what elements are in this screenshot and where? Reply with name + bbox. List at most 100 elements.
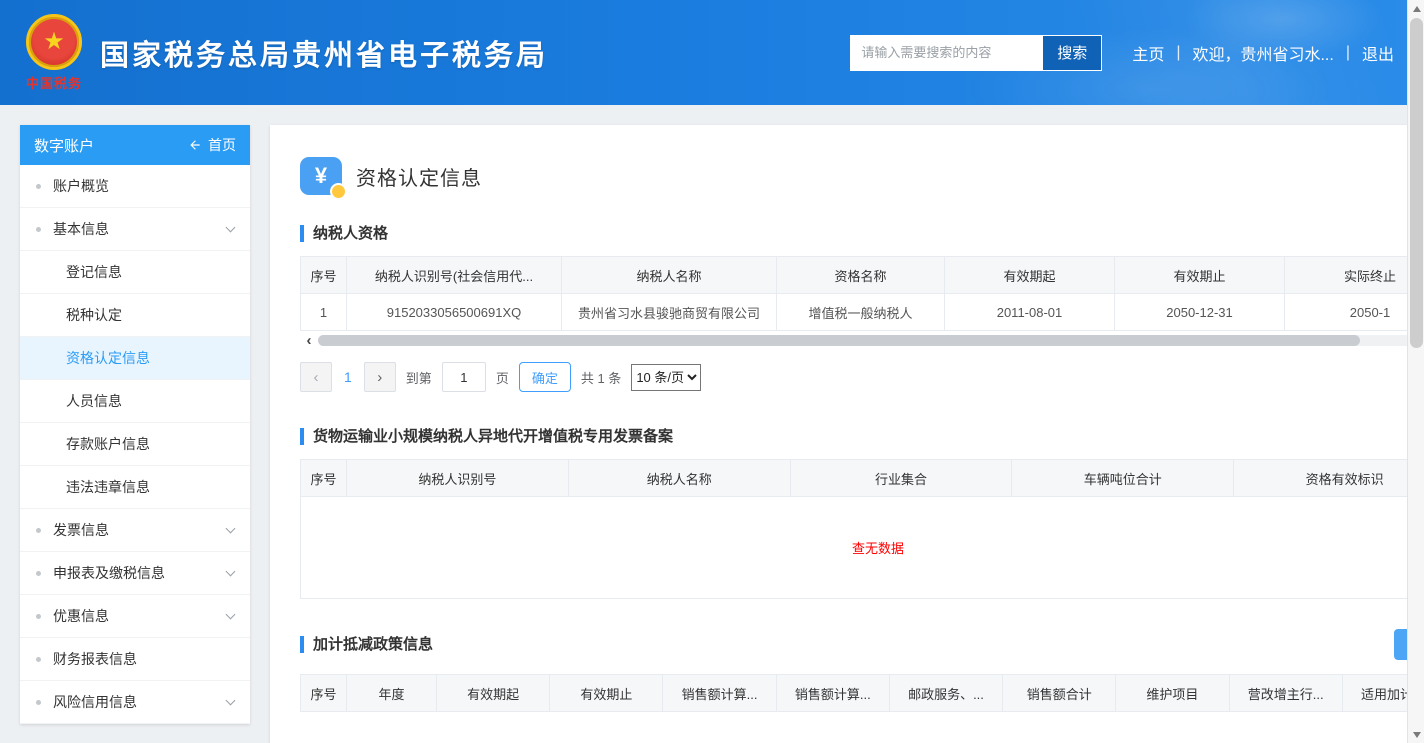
page-number-input[interactable]	[442, 362, 486, 392]
column-header: 纳税人名称	[562, 257, 777, 294]
search-box: 搜索	[850, 35, 1102, 71]
taxpayer-qualification-table: 序号 纳税人识别号(社会信用代... 纳税人名称 资格名称 有效期起 有效期止 …	[300, 256, 1424, 331]
nav-separator: |	[1176, 44, 1180, 62]
sidebar-item-risk-credit-info[interactable]: 风险信用信息	[20, 681, 250, 724]
column-header: 资格名称	[777, 257, 945, 294]
chevron-down-icon	[226, 523, 236, 533]
sidebar-item-violation-info[interactable]: 违法违章信息	[20, 466, 250, 509]
sidebar: 数字账户 首页 账户概览 基本信息 登记信息	[20, 125, 250, 724]
sidebar-title: 数字账户	[34, 135, 94, 156]
table-row[interactable]: 1 9152033056500691XQ 贵州省习水县骏驰商贸有限公司 增值税一…	[301, 294, 1424, 331]
table-header-row: 序号 纳税人识别号 纳税人名称 行业集合 车辆吨位合计 资格有效标识	[301, 460, 1424, 497]
scroll-left-icon[interactable]: ‹	[300, 334, 318, 348]
sidebar-item-financial-report-info[interactable]: 财务报表信息	[20, 638, 250, 681]
sidebar-home-link[interactable]: 首页	[188, 135, 236, 155]
cell-valid-from: 2011-08-01	[945, 294, 1115, 331]
emblem-icon: ★	[26, 14, 82, 70]
chevron-down-icon	[226, 609, 236, 619]
bullet-icon	[36, 184, 41, 189]
confirm-page-button[interactable]: 确定	[519, 362, 571, 392]
horizontal-scrollbar[interactable]: ‹ ›	[300, 333, 1424, 348]
chevron-down-icon	[226, 222, 236, 232]
section-title-freight-filing: 货物运输业小规模纳税人异地代开增值税专用发票备案	[300, 428, 1424, 445]
sidebar-item-declaration-tax-info[interactable]: 申报表及缴税信息	[20, 552, 250, 595]
next-page-button[interactable]: ›	[364, 362, 396, 392]
main-panel: ¥ 资格认定信息 纳税人资格 序号 纳税人识别号(社会信用代...	[270, 125, 1424, 743]
column-header: 纳税人识别号(社会信用代...	[347, 257, 562, 294]
chevron-down-icon	[226, 566, 236, 576]
sidebar-item-label: 存款账户信息	[66, 434, 150, 454]
scroll-down-icon[interactable]	[1408, 726, 1424, 743]
browser-viewport: ★ 中国税务 国家税务总局贵州省电子税务局 搜索 主页 | 欢迎，贵州省习水..…	[0, 0, 1424, 743]
sidebar-item-registration-info[interactable]: 登记信息	[20, 251, 250, 294]
sidebar-item-label: 财务报表信息	[53, 649, 137, 669]
page-size-select[interactable]: 10 条/页	[631, 364, 701, 391]
chevron-left-icon: ‹	[314, 369, 319, 386]
vscroll-thumb[interactable]	[1410, 18, 1423, 348]
sidebar-item-invoice-info[interactable]: 发票信息	[20, 509, 250, 552]
sidebar-item-label: 账户概览	[53, 176, 109, 196]
nav-logout-link[interactable]: 退出	[1362, 41, 1394, 65]
national-emblem-logo: ★ 中国税务	[26, 14, 82, 92]
total-count-label: 共 1 条	[581, 368, 621, 387]
magnifier-icon	[330, 183, 347, 200]
sidebar-item-label: 违法违章信息	[66, 477, 150, 497]
sidebar-item-label: 基本信息	[53, 219, 109, 239]
bullet-icon	[36, 571, 41, 576]
column-header: 有效期止	[550, 675, 663, 712]
sidebar-item-label: 税种认定	[66, 305, 122, 325]
scroll-up-icon[interactable]	[1408, 0, 1424, 17]
no-data-text: 查无数据	[852, 538, 904, 557]
sidebar-item-qualification-info[interactable]: 资格认定信息	[20, 337, 250, 380]
column-header: 纳税人名称	[568, 460, 790, 497]
search-input[interactable]	[851, 36, 1043, 70]
page-unit-label: 页	[496, 368, 509, 387]
column-header: 纳税人识别号	[347, 460, 569, 497]
page-title-row: ¥ 资格认定信息	[300, 157, 1424, 195]
sidebar-item-deposit-account-info[interactable]: 存款账户信息	[20, 423, 250, 466]
cell-index: 1	[301, 294, 347, 331]
sidebar-item-account-overview[interactable]: 账户概览	[20, 165, 250, 208]
sidebar-item-label: 发票信息	[53, 520, 109, 540]
column-header: 有效期止	[1115, 257, 1285, 294]
freight-filing-table: 序号 纳税人识别号 纳税人名称 行业集合 车辆吨位合计 资格有效标识	[300, 459, 1424, 497]
app-header: ★ 中国税务 国家税务总局贵州省电子税务局 搜索 主页 | 欢迎，贵州省习水..…	[0, 0, 1424, 105]
section-title-deduction-policy: 加计抵减政策信息	[300, 636, 433, 653]
column-header: 有效期起	[437, 675, 550, 712]
back-arrow-icon	[188, 138, 202, 152]
search-button[interactable]: 搜索	[1043, 36, 1101, 70]
taxpayer-qualification-table-viewport: 序号 纳税人识别号(社会信用代... 纳税人名称 资格名称 有效期起 有效期止 …	[300, 256, 1424, 331]
sidebar-item-tax-type[interactable]: 税种认定	[20, 294, 250, 337]
prev-page-button[interactable]: ‹	[300, 362, 332, 392]
sidebar-item-basic-info[interactable]: 基本信息	[20, 208, 250, 251]
nav-welcome-link[interactable]: 欢迎，贵州省习水...	[1192, 41, 1333, 65]
section-title-taxpayer-qualification: 纳税人资格	[300, 225, 1424, 242]
page-title: 资格认定信息	[356, 162, 482, 191]
column-header: 销售额计算...	[663, 675, 776, 712]
sidebar-home-label: 首页	[208, 135, 236, 155]
sidebar-item-preferential-info[interactable]: 优惠信息	[20, 595, 250, 638]
column-header: 序号	[301, 257, 347, 294]
page-body: 数字账户 首页 账户概览 基本信息 登记信息	[0, 105, 1424, 743]
column-header: 销售额合计	[1003, 675, 1116, 712]
chevron-right-icon: ›	[377, 369, 382, 386]
column-header: 行业集合	[790, 460, 1012, 497]
deduction-policy-table: 序号 年度 有效期起 有效期止 销售额计算... 销售额计算... 邮政服务、.…	[300, 674, 1424, 712]
vertical-scrollbar[interactable]	[1407, 0, 1424, 743]
current-page[interactable]: 1	[342, 369, 354, 385]
column-header: 年度	[347, 675, 437, 712]
yen-glyph: ¥	[315, 163, 327, 189]
nav-home-link[interactable]: 主页	[1132, 41, 1164, 65]
sidebar-item-label: 资格认定信息	[66, 348, 150, 368]
table-header-row: 序号 纳税人识别号(社会信用代... 纳税人名称 资格名称 有效期起 有效期止 …	[301, 257, 1424, 294]
sidebar-item-label: 人员信息	[66, 391, 122, 411]
hscroll-track[interactable]	[318, 335, 1424, 346]
cell-taxpayer-id: 9152033056500691XQ	[347, 294, 562, 331]
sidebar-item-personnel-info[interactable]: 人员信息	[20, 380, 250, 423]
site-title: 国家税务总局贵州省电子税务局	[100, 32, 548, 74]
column-header: 序号	[301, 675, 347, 712]
bullet-icon	[36, 700, 41, 705]
nav-separator: |	[1346, 44, 1350, 62]
hscroll-thumb[interactable]	[318, 335, 1360, 346]
star-icon: ★	[43, 30, 65, 54]
